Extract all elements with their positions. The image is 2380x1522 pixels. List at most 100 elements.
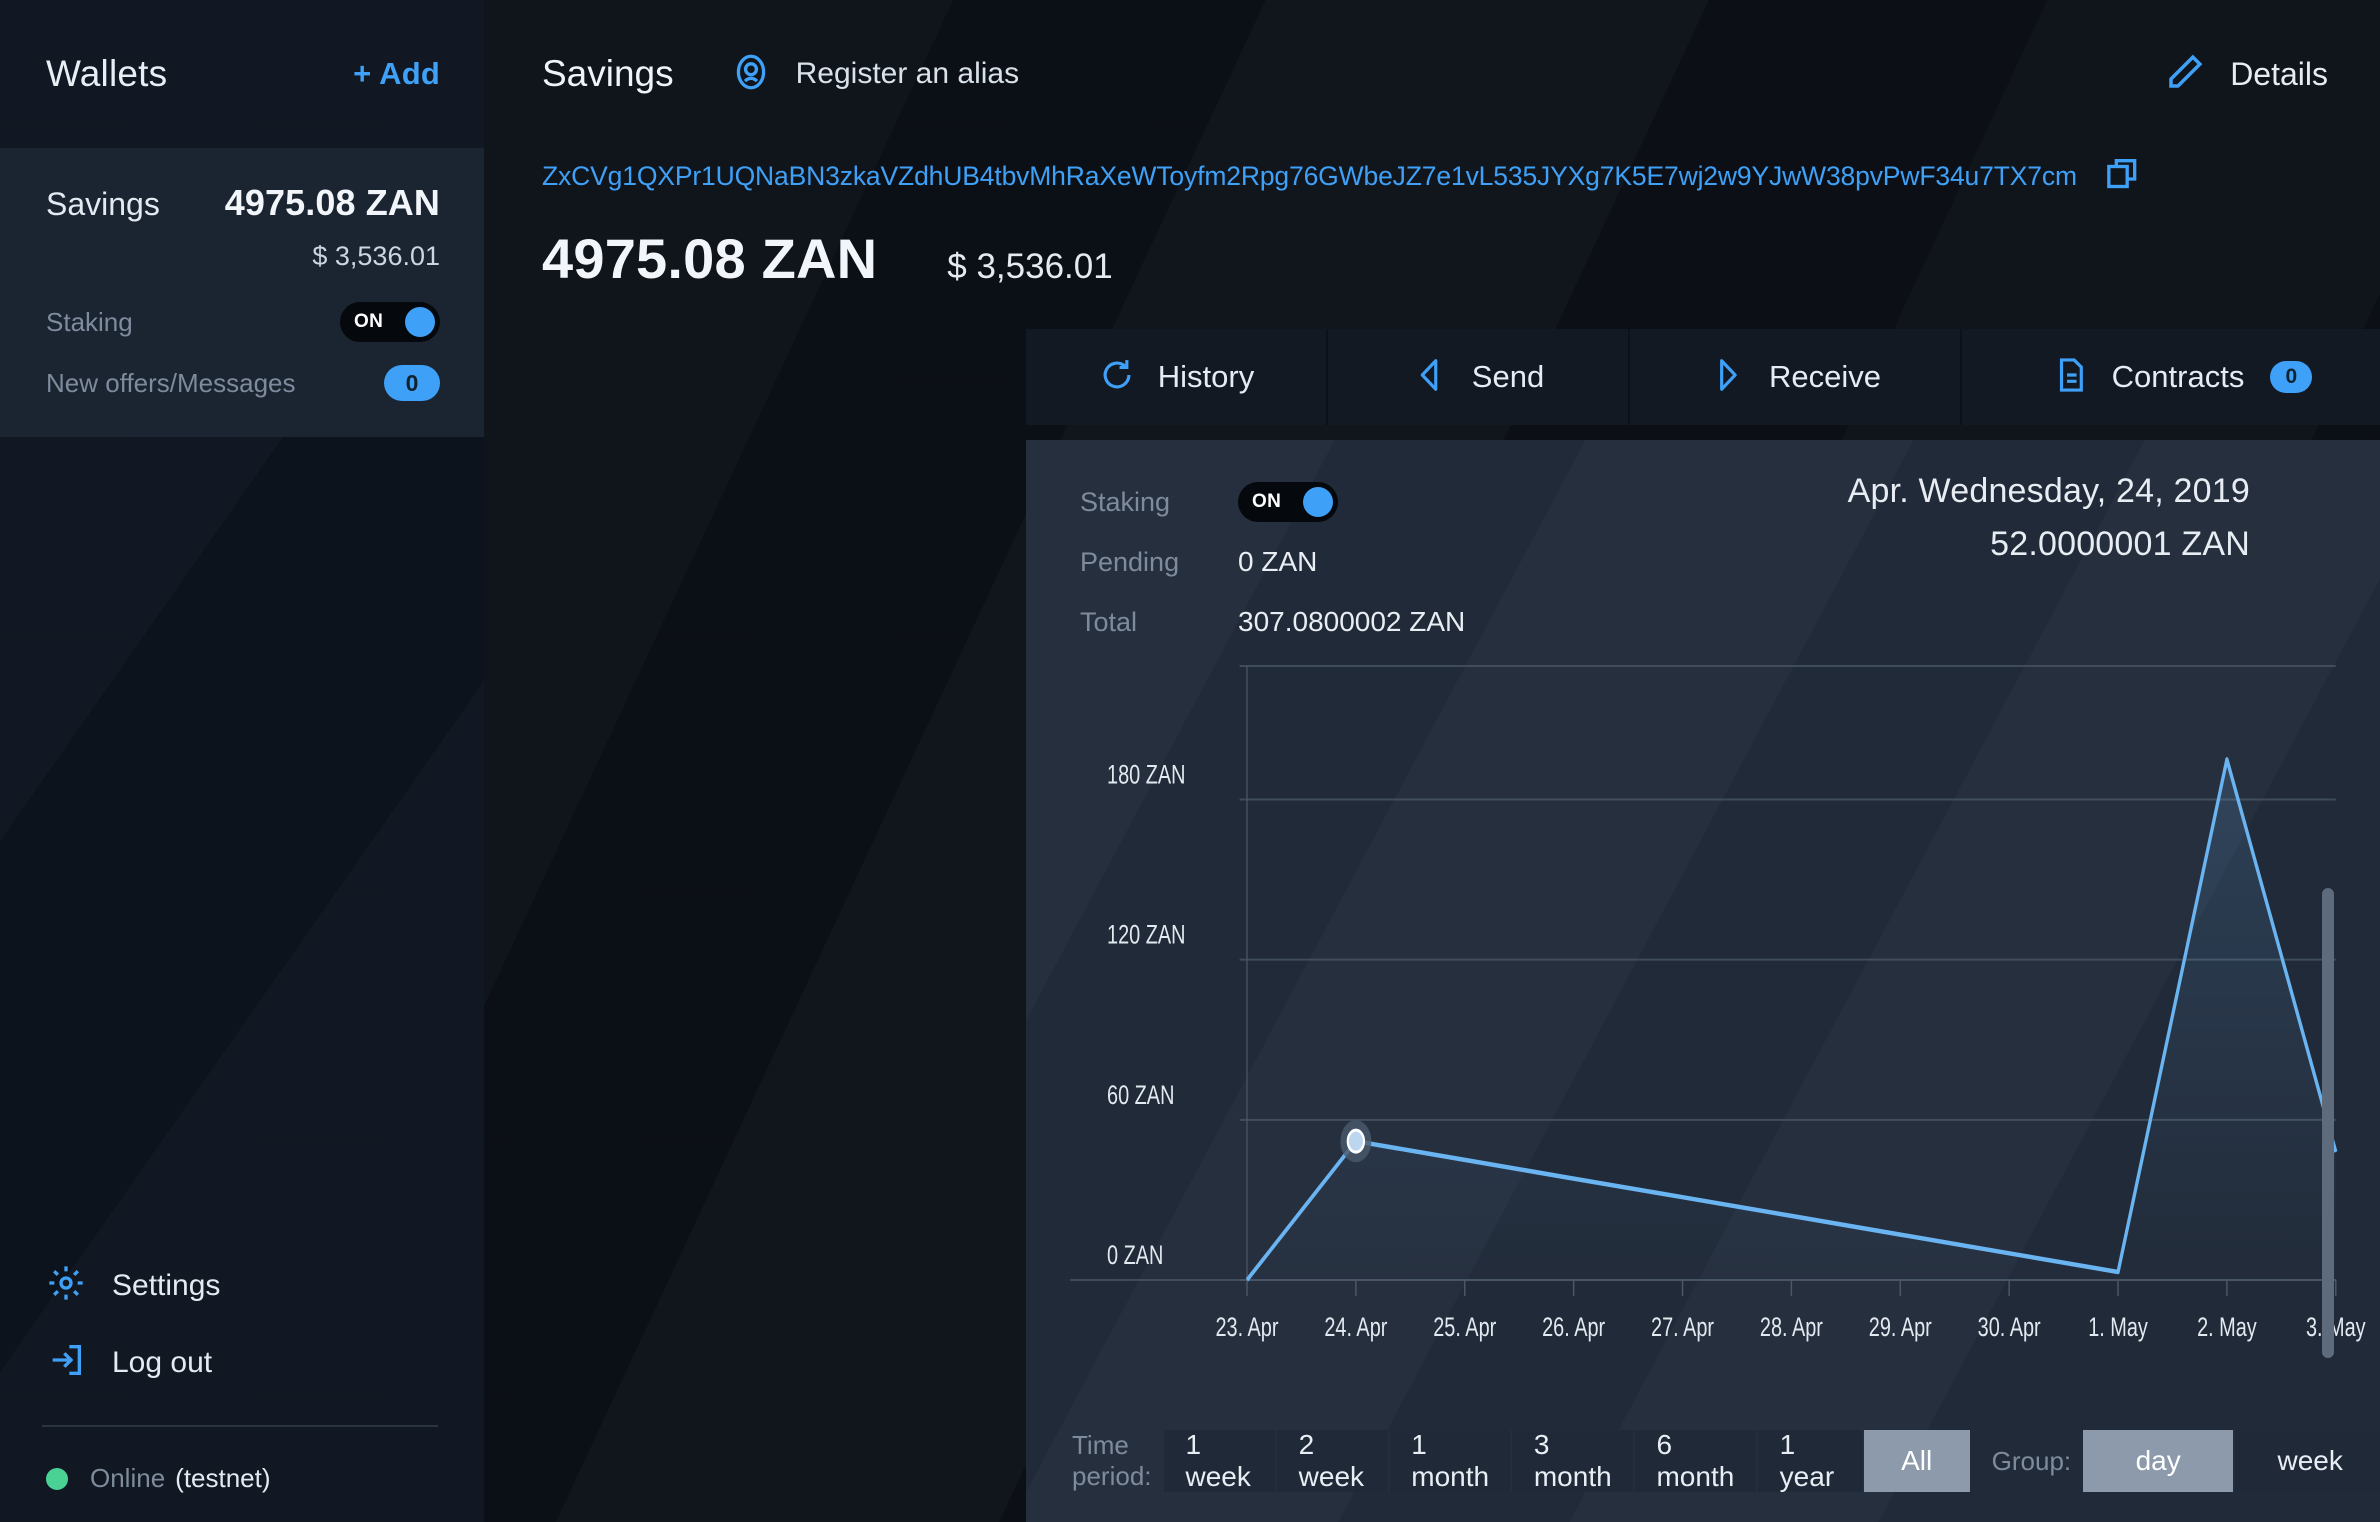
svg-text:30. Apr: 30. Apr [1978, 1313, 2041, 1343]
chart-scrollbar-thumb[interactable] [2322, 888, 2334, 1358]
sidebar-staking-toggle-state: ON [354, 311, 383, 333]
tab-contracts-badge: 0 [2270, 361, 2312, 393]
chart-x-axis: 23. Apr 24. Apr 25. Apr 26. Apr 27. Apr 28. A… [1215, 1280, 2365, 1343]
svg-text:2. May: 2. May [2197, 1313, 2257, 1343]
gear-icon [46, 1263, 86, 1308]
staking-chart[interactable]: 0 ZAN60 ZAN120 ZAN180 ZAN 23. Apr24. Apr… [1026, 648, 2380, 1400]
svg-text:25. Apr: 25. Apr [1433, 1313, 1496, 1343]
sidebar-item-logout[interactable]: Log out [0, 1324, 484, 1401]
tab-receive-label: Receive [1769, 359, 1881, 395]
wallet-address[interactable]: ZxCVg1QXPr1UQNaBN3zkaVZdhUB4tbvMhRaXeWTo… [542, 161, 2077, 192]
staking-stat-value-pending: 0 ZAN [1238, 546, 1317, 578]
sidebar-offers-count-badge[interactable]: 0 [384, 365, 440, 401]
svg-text:28. Apr: 28. Apr [1760, 1313, 1823, 1343]
staking-stat-row-pending: Pending 0 ZAN [1080, 532, 1465, 592]
add-wallet-button[interactable]: + Add [353, 56, 440, 92]
chart-controls: Time period: 1 week2 week1 month3 month6… [1026, 1400, 2380, 1522]
wallet-address-row: ZxCVg1QXPr1UQNaBN3zkaVZdhUB4tbvMhRaXeWTo… [484, 148, 2380, 204]
sidebar-footer: Settings Log out Online (testnet) [0, 1247, 484, 1522]
receive-icon [1709, 356, 1747, 399]
chart-y-axis: 0 ZAN60 ZAN120 ZAN180 ZAN [1107, 761, 1185, 1271]
pencil-icon [2164, 51, 2206, 98]
sidebar-staking-row: Staking ON [46, 302, 440, 342]
connection-status: Online (testnet) [0, 1427, 484, 1494]
app-root: Wallets + Add Savings 4975.08 ZAN $ 3,53… [0, 0, 2380, 1522]
svg-text:26. Apr: 26. Apr [1542, 1313, 1605, 1343]
staking-stats: Staking ON Pending 0 ZAN Total 307.08000… [1026, 472, 1465, 652]
chart-svg: 0 ZAN60 ZAN120 ZAN180 ZAN 23. Apr24. Apr… [1026, 648, 2380, 1400]
wallet-name: Savings [46, 186, 160, 223]
time-period-option-3-month[interactable]: 3 month [1512, 1430, 1635, 1492]
time-period-segmented-control: 1 week2 week1 month3 month6 month1 yearA… [1164, 1430, 1970, 1492]
svg-text:60 ZAN: 60 ZAN [1107, 1081, 1174, 1111]
svg-text:0 ZAN: 0 ZAN [1107, 1241, 1163, 1271]
chart-tooltip-date: Apr. Wednesday, 24, 2019 [1848, 472, 2250, 511]
tab-receive[interactable]: Receive [1630, 329, 1962, 425]
main-header: Savings Register an alias Det [484, 0, 2380, 148]
svg-text:24. Apr: 24. Apr [1324, 1313, 1387, 1343]
status-network: (testnet) [175, 1463, 270, 1493]
balance-amount: 4975.08 ZAN [542, 226, 877, 291]
staking-toggle-state: ON [1252, 491, 1281, 513]
wallet-balance: 4975.08 ZAN [225, 182, 440, 224]
time-period-option-2-week[interactable]: 2 week [1277, 1430, 1390, 1492]
status-state: Online [90, 1463, 165, 1494]
chart-scrollbar[interactable] [2322, 888, 2334, 1358]
time-period-option-6-month[interactable]: 6 month [1635, 1430, 1758, 1492]
staking-stat-label-staking: Staking [1080, 487, 1238, 518]
time-period-option-1-month[interactable]: 1 month [1390, 1430, 1513, 1492]
toggle-knob-icon [405, 307, 435, 337]
svg-text:23. Apr: 23. Apr [1215, 1313, 1278, 1343]
sidebar: Wallets + Add Savings 4975.08 ZAN $ 3,53… [0, 0, 484, 1522]
balance-row: 4975.08 ZAN $ 3,536.01 [484, 204, 2380, 291]
wallet-list-item-savings[interactable]: Savings 4975.08 ZAN $ 3,536.01 Staking O… [0, 148, 484, 437]
balance-fiat: $ 3,536.01 [947, 247, 1112, 287]
refresh-icon [1098, 356, 1136, 399]
sidebar-item-settings[interactable]: Settings [0, 1247, 484, 1324]
staking-stat-row-staking: Staking ON [1080, 472, 1465, 532]
sidebar-offers-label: New offers/Messages [46, 368, 296, 399]
chart-highlight-point[interactable] [1340, 1120, 1371, 1162]
group-option-week[interactable]: week [2235, 1430, 2380, 1492]
staking-toggle[interactable]: ON [1238, 482, 1338, 522]
tab-contracts[interactable]: Contracts 0 [1962, 329, 2380, 425]
staking-panel: Staking ON Pending 0 ZAN Total 307.08000… [1026, 440, 2380, 1522]
details-button[interactable]: Details [2164, 51, 2328, 98]
register-alias-button[interactable]: Register an alias [730, 51, 1019, 98]
time-period-option-all[interactable]: All [1864, 1430, 1970, 1492]
tab-contracts-label: Contracts [2112, 359, 2245, 395]
svg-text:120 ZAN: 120 ZAN [1107, 921, 1185, 951]
wallet-summary-row: Savings 4975.08 ZAN [46, 182, 440, 224]
svg-text:27. Apr: 27. Apr [1651, 1313, 1714, 1343]
sidebar-item-logout-label: Log out [112, 1346, 212, 1380]
tab-history-label: History [1158, 359, 1254, 395]
staking-stat-label-total: Total [1080, 607, 1238, 638]
time-period-option-1-year[interactable]: 1 year [1758, 1430, 1864, 1492]
tab-send-label: Send [1472, 359, 1544, 395]
sidebar-offers-row: New offers/Messages 0 [46, 365, 440, 401]
document-icon [2052, 356, 2090, 399]
at-badge-icon [730, 51, 772, 98]
staking-panel-top: Staking ON Pending 0 ZAN Total 307.08000… [1026, 440, 2380, 652]
chart-tooltip: Apr. Wednesday, 24, 2019 52.0000001 ZAN [1848, 472, 2380, 652]
logout-icon [46, 1340, 86, 1385]
time-period-label: Time period: [1072, 1430, 1152, 1492]
time-period-option-1-week[interactable]: 1 week [1164, 1430, 1277, 1492]
page-title: Savings [542, 53, 674, 95]
details-label: Details [2230, 56, 2328, 93]
tab-history[interactable]: History [1026, 329, 1328, 425]
status-dot-icon [46, 1468, 68, 1490]
staking-stat-row-total: Total 307.0800002 ZAN [1080, 592, 1465, 652]
chart-tooltip-value: 52.0000001 ZAN [1848, 525, 2250, 564]
send-icon [1412, 356, 1450, 399]
group-segmented-control: dayweekmonth [2083, 1430, 2380, 1492]
copy-icon[interactable] [2103, 154, 2143, 199]
tab-send[interactable]: Send [1328, 329, 1630, 425]
sidebar-item-settings-label: Settings [112, 1269, 220, 1303]
staking-stat-value-total: 307.0800002 ZAN [1238, 606, 1465, 638]
group-option-day[interactable]: day [2083, 1430, 2235, 1492]
sidebar-staking-toggle[interactable]: ON [340, 302, 440, 342]
sidebar-staking-label: Staking [46, 307, 133, 338]
sidebar-header: Wallets + Add [0, 0, 484, 148]
staking-stat-label-pending: Pending [1080, 547, 1238, 578]
